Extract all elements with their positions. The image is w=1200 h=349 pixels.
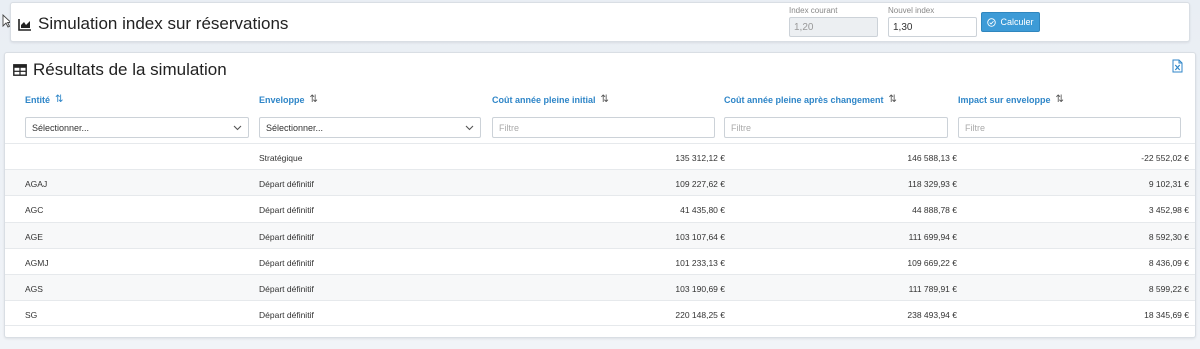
entite-filter-select[interactable]: Sélectionner... bbox=[25, 117, 249, 138]
cell-impact: 8 599,22 € bbox=[1148, 283, 1189, 294]
nouvel-index-field[interactable] bbox=[888, 17, 977, 37]
cell-entite: SG bbox=[25, 310, 38, 321]
results-table-body: Stratégique 135 312,12 € 146 588,13 € -22 5… bbox=[5, 143, 1195, 327]
nouvel-index-label: Nouvel index bbox=[888, 6, 935, 15]
cell-impact: 8 436,09 € bbox=[1148, 257, 1189, 268]
table-row: AGAJ Départ définitif 109 227,62 € 118 329,… bbox=[5, 169, 1195, 196]
cell-apres: 146 588,13 € bbox=[907, 153, 957, 163]
results-title: Résultats de la simulation bbox=[13, 60, 227, 80]
cell-enveloppe: Départ définitif bbox=[259, 231, 314, 242]
simulation-header-card: Simulation index sur réservations Index … bbox=[10, 2, 1190, 42]
impact-filter-input[interactable]: Filtre bbox=[958, 117, 1181, 138]
enveloppe-filter-value: Sélectionner... bbox=[266, 122, 324, 133]
sort-icon: ⇅ bbox=[309, 94, 318, 105]
cell-entite: AGE bbox=[25, 231, 43, 242]
cell-initial: 103 107,64 € bbox=[675, 231, 725, 242]
cell-initial: 220 148,25 € bbox=[675, 310, 725, 321]
column-header-cout-apres-label: Coût année pleine après changement bbox=[724, 94, 884, 105]
index-courant-label: Index courant bbox=[789, 6, 838, 15]
chevron-down-icon bbox=[465, 125, 474, 130]
table-row: AGS Départ définitif 103 190,69 € 111 789,9… bbox=[5, 273, 1195, 301]
cell-initial: 103 190,69 € bbox=[675, 283, 725, 294]
sort-icon: ⇅ bbox=[600, 94, 609, 105]
cout-initial-filter-input[interactable]: Filtre bbox=[492, 117, 715, 138]
column-header-entite[interactable]: Entité ⇅ bbox=[25, 94, 63, 105]
cell-apres: 44 888,78 € bbox=[912, 205, 957, 216]
cell-impact: 9 102,31 € bbox=[1148, 179, 1189, 190]
column-header-enveloppe[interactable]: Enveloppe ⇅ bbox=[259, 94, 318, 105]
cell-apres: 238 493,94 € bbox=[907, 310, 957, 321]
cell-enveloppe: Départ définitif bbox=[259, 179, 314, 190]
cout-apres-filter-input[interactable]: Filtre bbox=[724, 117, 948, 138]
table-row: AGE Départ définitif 103 107,64 € 111 699,9… bbox=[5, 221, 1195, 248]
enveloppe-filter-select[interactable]: Sélectionner... bbox=[259, 117, 481, 138]
cell-initial: 135 312,12 € bbox=[675, 153, 725, 163]
calculer-label: Calculer bbox=[1000, 17, 1034, 27]
cell-enveloppe: Départ définitif bbox=[259, 310, 314, 321]
column-header-cout-initial[interactable]: Coût année pleine initial ⇅ bbox=[492, 94, 609, 105]
table-row: AGC Départ définitif 41 435,80 € 44 888,78 … bbox=[5, 195, 1195, 221]
excel-export-icon[interactable] bbox=[1172, 59, 1183, 73]
table-row: Stratégique 135 312,12 € 146 588,13 € -22 5… bbox=[5, 143, 1195, 169]
page-title-text: Simulation index sur réservations bbox=[38, 14, 289, 33]
column-header-impact[interactable]: Impact sur enveloppe ⇅ bbox=[958, 94, 1064, 105]
table-row: SG Départ définitif 220 148,25 € 238 493,94… bbox=[5, 300, 1195, 327]
chevron-down-icon bbox=[233, 125, 242, 130]
cell-initial: 101 233,13 € bbox=[675, 257, 725, 268]
column-header-cout-apres[interactable]: Coût année pleine après changement ⇅ bbox=[724, 94, 897, 105]
cell-entite: AGAJ bbox=[25, 179, 48, 190]
cell-entite: AGMJ bbox=[25, 257, 49, 268]
cell-impact: 18 345,69 € bbox=[1144, 310, 1189, 321]
sort-icon: ⇅ bbox=[888, 94, 897, 105]
cell-entite: AGC bbox=[25, 205, 44, 216]
check-circle-icon bbox=[987, 17, 997, 27]
cell-apres: 118 329,93 € bbox=[908, 179, 957, 190]
cell-initial: 41 435,80 € bbox=[680, 205, 725, 216]
sort-ascending-icon: ⇅ bbox=[55, 94, 64, 105]
cell-impact: 8 592,30 € bbox=[1148, 231, 1189, 242]
column-header-cout-initial-label: Coût année pleine initial bbox=[492, 94, 596, 105]
calculer-button[interactable]: Calculer bbox=[981, 12, 1040, 32]
cell-apres: 109 669,22 € bbox=[907, 257, 957, 268]
column-header-enveloppe-label: Enveloppe bbox=[259, 94, 305, 105]
cell-impact: 3 452,98 € bbox=[1148, 205, 1189, 216]
results-card: Résultats de la simulation Entité ⇅ Enve… bbox=[4, 52, 1196, 338]
index-courant-field bbox=[789, 17, 878, 37]
cell-impact: -22 552,02 € bbox=[1141, 153, 1189, 163]
entite-filter-value: Sélectionner... bbox=[32, 122, 90, 133]
results-title-text: Résultats de la simulation bbox=[33, 60, 227, 79]
column-header-entite-label: Entité bbox=[25, 94, 51, 105]
table-row: AGMJ Départ définitif 101 233,13 € 109 669,… bbox=[5, 247, 1195, 274]
cell-initial: 109 227,62 € bbox=[675, 179, 725, 190]
cell-entite: AGS bbox=[25, 283, 43, 294]
cell-enveloppe: Stratégique bbox=[259, 153, 303, 163]
cell-apres: 111 699,94 € bbox=[908, 231, 957, 242]
area-chart-icon bbox=[18, 18, 31, 31]
table-icon bbox=[13, 64, 27, 76]
page-title: Simulation index sur réservations bbox=[18, 14, 288, 34]
column-header-impact-label: Impact sur enveloppe bbox=[958, 94, 1051, 105]
sort-icon: ⇅ bbox=[1055, 94, 1064, 105]
cell-enveloppe: Départ définitif bbox=[259, 257, 314, 268]
cell-enveloppe: Départ définitif bbox=[259, 205, 314, 216]
cell-apres: 111 789,91 € bbox=[908, 283, 957, 294]
cell-enveloppe: Départ définitif bbox=[259, 283, 314, 294]
